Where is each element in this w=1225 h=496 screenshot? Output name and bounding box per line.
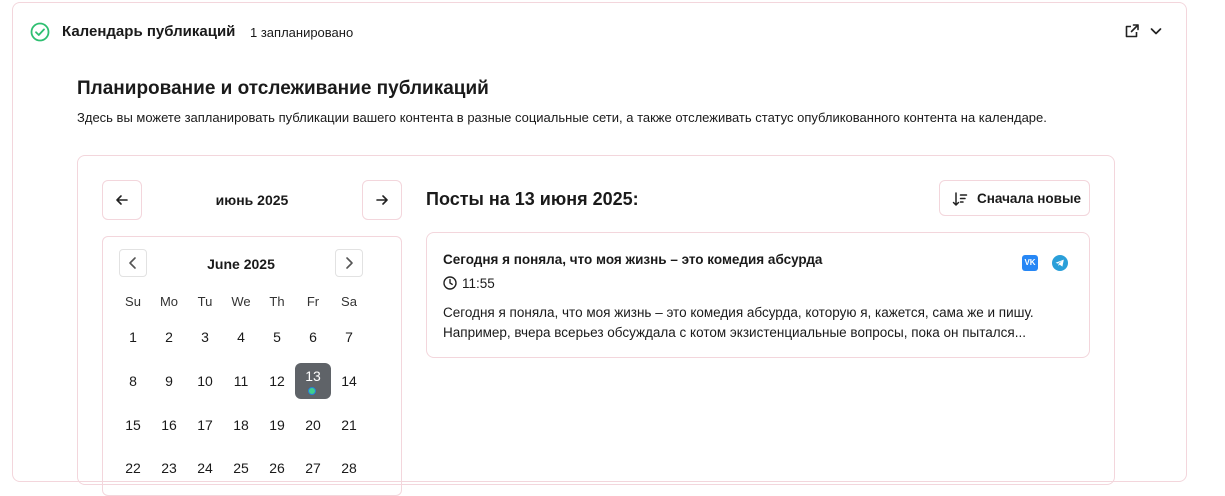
arrow-right-icon <box>376 195 388 205</box>
calendar-day[interactable]: 10 <box>187 363 223 399</box>
calendar-day[interactable]: 25 <box>223 450 259 486</box>
calendar-day[interactable]: 28 <box>331 450 367 486</box>
intro-description: Здесь вы можете запланировать публикации… <box>77 110 1047 125</box>
calendar-day[interactable]: 27 <box>295 450 331 486</box>
calendar-day[interactable]: 11 <box>223 363 259 399</box>
calendar-day[interactable]: 1 <box>115 319 151 355</box>
calendar-day[interactable]: 9 <box>151 363 187 399</box>
arrow-left-icon <box>116 195 128 205</box>
calendar-next-button[interactable] <box>335 249 363 277</box>
calendar-day[interactable]: 6 <box>295 319 331 355</box>
post-excerpt: Сегодня я поняла, что моя жизнь – это ко… <box>443 305 1034 340</box>
calendar-day[interactable]: 20 <box>295 407 331 443</box>
post-indicator-dot <box>308 387 316 395</box>
post-title: Сегодня я поняла, что моя жизнь – это ко… <box>443 252 823 267</box>
post-time: 11:55 <box>462 276 495 291</box>
calendar-day[interactable]: 2 <box>151 319 187 355</box>
calendar-day[interactable]: 15 <box>115 407 151 443</box>
calendar-day-selected[interactable]: 13 <box>295 363 331 399</box>
check-circle-icon <box>30 22 50 42</box>
calendar-day[interactable]: 22 <box>115 450 151 486</box>
intro-title: Планирование и отслеживание публикаций <box>77 78 489 99</box>
calendar-day[interactable]: 24 <box>187 450 223 486</box>
weekday-label: We <box>231 294 251 309</box>
chevron-down-icon[interactable] <box>1148 23 1164 39</box>
telegram-icon <box>1052 255 1068 271</box>
sort-newest-button[interactable]: Сначала новые <box>939 180 1090 216</box>
sort-label: Сначала новые <box>977 191 1081 206</box>
calendar-day[interactable]: 4 <box>223 319 259 355</box>
sort-descending-icon <box>952 192 968 206</box>
weekday-label: Sa <box>341 294 357 309</box>
calendar-day[interactable]: 21 <box>331 407 367 443</box>
chevron-right-icon <box>346 257 353 269</box>
calendar-day[interactable]: 18 <box>223 407 259 443</box>
calendar-day[interactable]: 14 <box>331 363 367 399</box>
calendar-day[interactable]: 17 <box>187 407 223 443</box>
panel-title: Календарь публикаций <box>62 23 236 40</box>
calendar-day[interactable]: 3 <box>187 319 223 355</box>
selected-day-number: 13 <box>305 368 321 384</box>
clock-icon <box>443 276 457 290</box>
calendar-day[interactable]: 26 <box>259 450 295 486</box>
calendar-day[interactable]: 7 <box>331 319 367 355</box>
posts-heading: Посты на 13 июня 2025: <box>426 189 639 209</box>
calendar-day[interactable]: 19 <box>259 407 295 443</box>
calendar-prev-button[interactable] <box>119 249 147 277</box>
next-month-button[interactable] <box>362 180 402 220</box>
weekday-label: Su <box>125 294 141 309</box>
chevron-left-icon <box>129 257 136 269</box>
weekday-label: Mo <box>159 294 179 309</box>
external-link-icon[interactable] <box>1124 23 1140 39</box>
weekday-label: Th <box>269 294 285 309</box>
post-card[interactable]: Сегодня я поняла, что моя жизнь – это ко… <box>426 232 1090 358</box>
calendar-day[interactable]: 12 <box>259 363 295 399</box>
vk-icon: VK <box>1022 255 1038 271</box>
weekday-label: Fr <box>306 294 320 309</box>
calendar-month-title: June 2025 <box>207 256 275 272</box>
calendar-day[interactable]: 16 <box>151 407 187 443</box>
calendar-day[interactable]: 8 <box>115 363 151 399</box>
calendar-day[interactable]: 23 <box>151 450 187 486</box>
month-label: июнь 2025 <box>215 192 289 208</box>
prev-month-button[interactable] <box>102 180 142 220</box>
calendar-day[interactable]: 5 <box>259 319 295 355</box>
panel-header[interactable]: Календарь публикаций 1 запланировано <box>13 3 1186 59</box>
weekday-label: Tu <box>197 294 213 309</box>
scheduled-count: 1 запланировано <box>250 25 354 40</box>
